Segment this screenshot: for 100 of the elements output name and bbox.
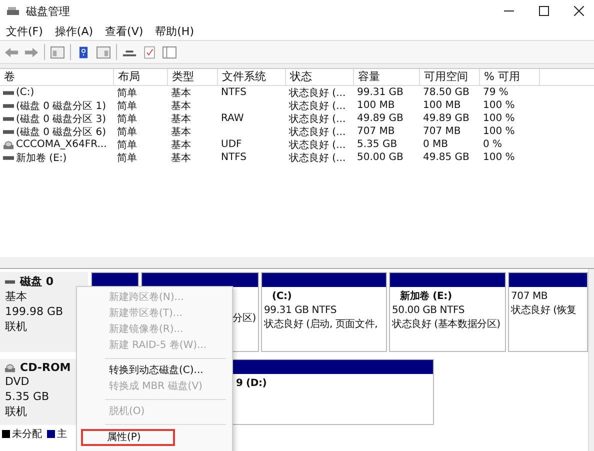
partition-block[interactable]: 707 MB 状态良好 (恢复 [508, 272, 588, 352]
table-cell-text: 状态良好 (... [289, 126, 346, 138]
table-cell-text: 状态良好 (... [289, 112, 346, 126]
disk-info: 5.35 GB [5, 390, 50, 404]
close-icon[interactable] [574, 6, 584, 16]
table-cell-text: 新加卷 (E:) [16, 152, 67, 164]
volume-icon [3, 90, 14, 96]
volume-icon [3, 102, 14, 108]
table-cell-text: (磁盘 0 磁盘分区 1) [16, 100, 106, 112]
menu-item[interactable]: 文件(F) [6, 24, 43, 38]
table-cell: (C:) [16, 87, 34, 98]
table-cell-text: 简单 [117, 112, 137, 126]
partition-text: 状态良好 (基本数据分区) [392, 318, 502, 332]
volume-icon [3, 154, 14, 160]
table-cell-text: 简单 [117, 86, 137, 100]
table-cell-text: 状态良好 (... [289, 86, 346, 100]
partition-text: 99.31 GB NTFS [264, 304, 338, 318]
menu-item[interactable]: 查看(V) [105, 24, 144, 38]
column-header[interactable]: 类型 [168, 69, 218, 85]
partition-block[interactable]: 新加卷 (E:) 50.00 GB NTFS 状态良好 (基本数据分区) [389, 272, 506, 352]
column-header[interactable]: 可用空间 [420, 69, 480, 85]
maximize-icon[interactable] [539, 6, 549, 16]
disk-info: 联机 [5, 320, 28, 334]
partition-text: 状态良好 (恢复 [511, 304, 578, 318]
menu-item[interactable]: 帮助(H) [155, 24, 194, 38]
table-cell: UDF [221, 139, 242, 150]
console-tree-icon[interactable] [50, 46, 65, 58]
table-cell: NTFS [221, 87, 247, 98]
legend-label: 主 [57, 428, 67, 441]
column-header[interactable]: 文件系统 [218, 69, 286, 85]
table-cell-text: 简单 [117, 152, 137, 164]
disk-info: 基本 [5, 290, 28, 304]
table-cell: 79 % [483, 87, 508, 98]
partition-text: 新加卷 (E:) [399, 290, 453, 304]
partition-block[interactable]: (C:) 99.31 GB NTFS 状态良好 (启动, 页面文件, [261, 272, 387, 352]
volume-icon [3, 116, 14, 122]
table-cell: 707 MB [423, 126, 461, 137]
table-cell-text: 简单 [117, 126, 137, 138]
table-cell-text: 基本 [171, 138, 191, 152]
partition-text: 9 (D:) [236, 377, 268, 391]
table-cell-text: 基本 [171, 152, 191, 164]
table-cell: 100 MB [423, 100, 461, 111]
table-cell: 5.35 GB [357, 139, 398, 150]
panel-icon[interactable] [96, 46, 111, 58]
checklist-icon[interactable] [142, 46, 157, 58]
table-cell: 50.00 GB [357, 152, 404, 163]
window-icon[interactable] [162, 46, 177, 58]
table-cell: RAW [221, 113, 244, 124]
legend-label: 未分配 [12, 428, 42, 441]
table-cell: 49.89 GB [357, 113, 404, 124]
table-cell: 100 % [483, 113, 515, 124]
table-cell-text: 简单 [117, 138, 137, 152]
disk-info: 199.98 GB [5, 305, 64, 319]
partition-text: 707 MB [511, 290, 549, 304]
disk-info: 联机 [5, 405, 28, 419]
table-cell-text: 状态良好 (... [289, 138, 346, 152]
table-cell: 78.50 GB [423, 87, 470, 98]
table-cell: 100 % [483, 126, 515, 137]
table-cell: 0 % [483, 139, 502, 150]
table-cell-text: (磁盘 0 磁盘分区 3) [16, 112, 106, 126]
column-header[interactable]: 容量 [354, 69, 420, 85]
context-menu-item[interactable]: 属性(P) [81, 429, 175, 446]
table-cell: CCCOMA_X64FR... [16, 139, 107, 150]
table-cell: 99.31 GB [357, 87, 404, 98]
table-cell-text: (磁盘 0 磁盘分区 6) [16, 126, 106, 138]
menu-item[interactable]: 操作(A) [54, 24, 94, 38]
table-cell-text: 基本 [171, 112, 191, 126]
table-cell: 100 % [483, 152, 515, 163]
forward-arrow-icon[interactable] [24, 46, 39, 58]
table-cell-text: 基本 [171, 86, 191, 100]
table-cell: 0 MB [423, 139, 448, 150]
disk-info: DVD [5, 375, 30, 389]
table-cell-text: 简单 [117, 100, 137, 112]
table-cell: 49.89 GB [423, 113, 470, 124]
table-cell-text: 状态良好 (... [289, 152, 346, 164]
column-header[interactable]: % 可用 [480, 69, 540, 85]
volume-icon [3, 128, 14, 134]
cd-drive-icon [5, 362, 15, 372]
partition-header-bar [92, 273, 138, 287]
table-cell: 707 MB [357, 126, 395, 137]
table-cell-text: 基本 [171, 126, 191, 138]
table-cell: NTFS [221, 152, 247, 163]
disk-name: 磁盘 0 [20, 274, 54, 289]
column-header[interactable]: 布局 [114, 69, 168, 85]
table-cell: 100 MB [357, 100, 395, 111]
disk-name: CD-ROM [20, 361, 71, 374]
partition-text: 状态良好 (启动, 页面文件, [264, 318, 379, 332]
table-cell-text: 基本 [171, 100, 191, 112]
disk-app-icon [6, 5, 20, 17]
partition-text: 分区) [232, 312, 256, 326]
partition-text: (C:) [271, 290, 293, 304]
window-title: 磁盘管理 [26, 4, 70, 18]
column-header[interactable]: 卷 [0, 69, 114, 85]
back-arrow-icon[interactable] [4, 46, 19, 58]
table-cell-text: 状态良好 (... [289, 100, 346, 112]
cd-drive-icon [3, 140, 14, 150]
table-cell: 49.85 GB [423, 152, 470, 163]
partition-text: 50.00 GB NTFS [392, 304, 466, 318]
column-header[interactable]: 状态 [286, 69, 354, 85]
table-cell: 100 % [483, 100, 515, 111]
